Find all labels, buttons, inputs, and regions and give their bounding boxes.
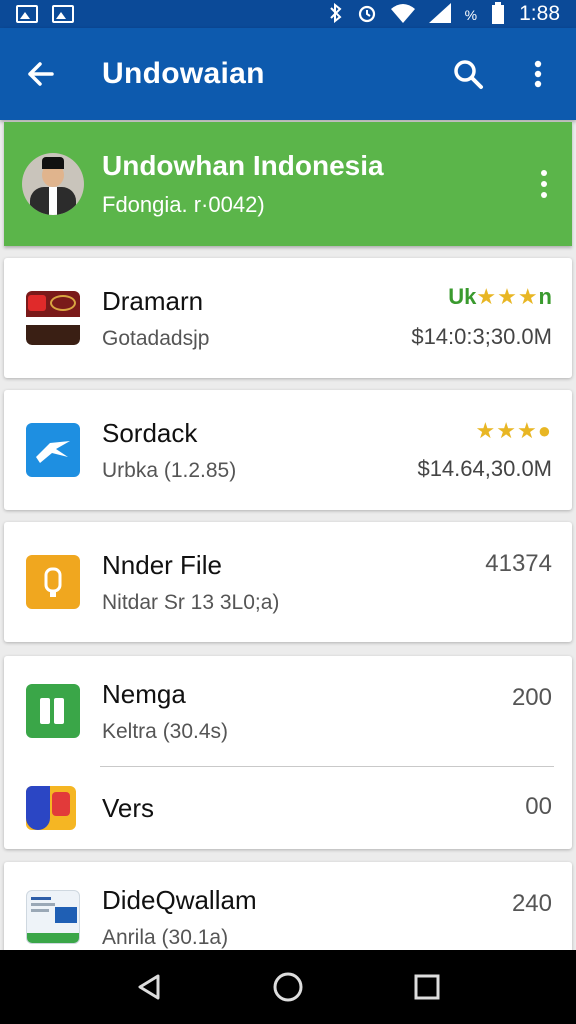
item-value: 200 [511, 684, 552, 711]
app-bar: Undowaian [0, 28, 576, 120]
list-group: Nemga Keltra (30.4s) 200 Vers 00 [4, 656, 572, 849]
signal-icon [428, 2, 451, 26]
more-vert-icon[interactable] [534, 170, 554, 198]
item-title: DideQwallam [102, 884, 257, 915]
list-item[interactable]: Dramarn Gotadadsjp Uk★★★n $14:0:3;30.0M [4, 258, 572, 378]
avatar [22, 153, 84, 215]
image-icon [52, 5, 74, 23]
nav-recents-icon[interactable] [407, 967, 447, 1007]
app-icon [26, 291, 80, 345]
status-time: 1:88 [519, 2, 560, 25]
item-badge: Uk [448, 284, 477, 309]
alarm-icon [357, 3, 377, 26]
system-nav-bar [0, 950, 576, 1024]
item-title: Vers [102, 792, 155, 823]
list-item[interactable]: Vers 00 [4, 767, 572, 849]
item-value: 00 [525, 793, 552, 820]
profile-name: Undowhan Indonesia [102, 150, 384, 181]
list-item[interactable]: Nemga Keltra (30.4s) 200 [4, 656, 572, 766]
item-badge-end: n [538, 284, 552, 309]
file-app-icon [26, 555, 80, 609]
image-icon [16, 5, 38, 23]
bluetooth-icon [329, 2, 343, 26]
item-subtitle: Keltra (30.4s) [102, 719, 229, 743]
page-title: Undowaian [102, 57, 265, 90]
status-bar: % 1:88 [0, 0, 576, 28]
profile-card[interactable]: Undowhan Indonesia Fdongia. r·0042) [4, 122, 572, 246]
item-value: 240 [511, 890, 552, 917]
app-icon [26, 684, 80, 738]
document-app-icon [26, 890, 80, 944]
item-subtitle: Nitdar Sr 13 3L0;a) [102, 590, 280, 614]
rating-stars: ★★★● [475, 418, 552, 443]
item-price: $14.64,30.0M [417, 456, 552, 481]
nav-home-icon[interactable] [268, 967, 308, 1007]
battery-shape-icon [491, 1, 505, 27]
more-vert-icon[interactable] [518, 54, 558, 94]
profile-subtitle: Fdongia. r·0042) [102, 192, 265, 217]
list-item[interactable]: Sordack Urbka (1.2.85) ★★★● $14.64,30.0M [4, 390, 572, 510]
item-title: Nemga [102, 678, 186, 709]
rating-stars: ★★★ [476, 284, 539, 309]
item-value: 41374 [485, 550, 552, 577]
back-arrow-icon[interactable] [18, 52, 62, 96]
item-price: $14:0:3;30.0M [411, 324, 552, 349]
app-icon [26, 786, 76, 830]
search-icon[interactable] [448, 54, 488, 94]
app-icon [26, 423, 80, 477]
wifi-icon [390, 3, 415, 26]
nav-back-icon[interactable] [129, 967, 169, 1007]
battery-icon: % [465, 5, 477, 23]
battery-percent: % [464, 7, 478, 23]
list-item[interactable]: Nnder File Nitdar Sr 13 3L0;a) 41374 [4, 522, 572, 642]
item-subtitle: Anrila (30.1a) [102, 925, 229, 949]
list-item[interactable]: DideQwallam Anrila (30.1a) 240 [4, 862, 572, 962]
